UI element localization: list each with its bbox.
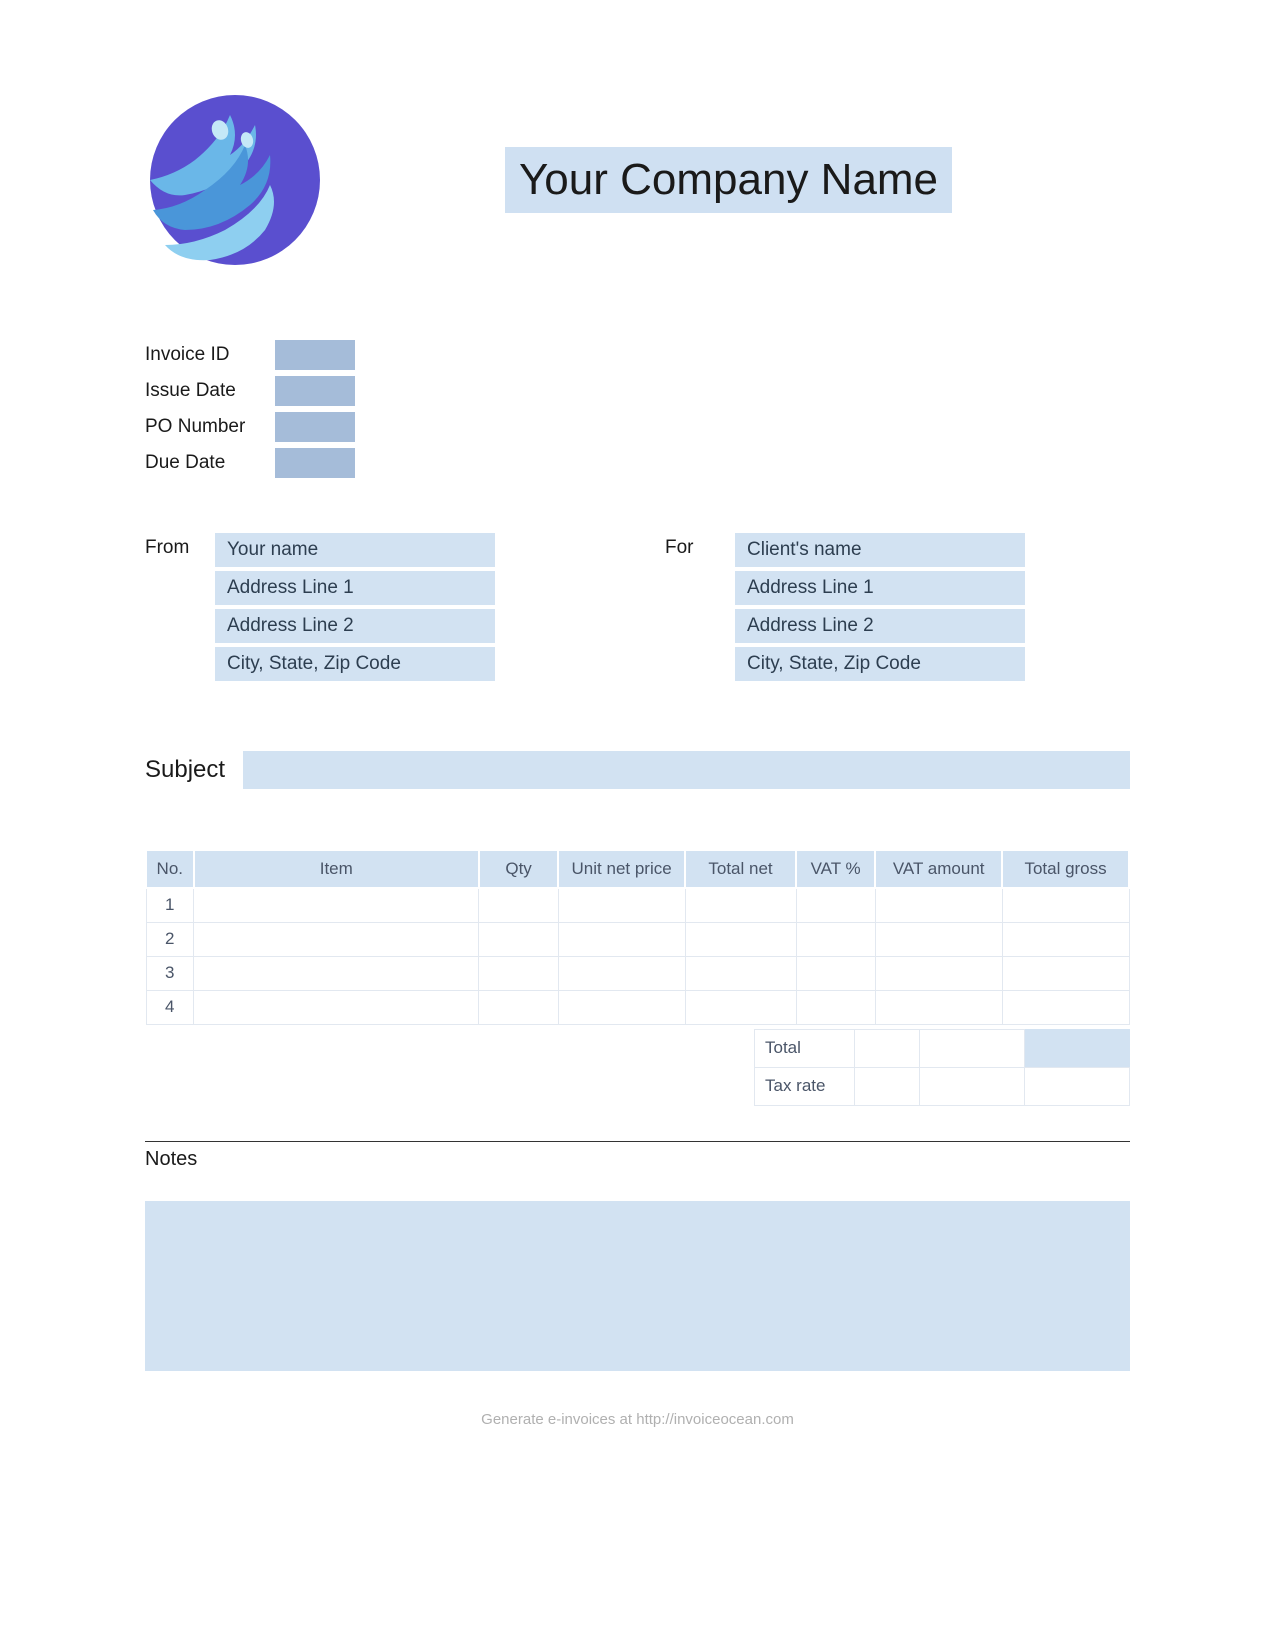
for-label: For [665,533,721,681]
from-city[interactable]: City, State, Zip Code [215,647,495,681]
divider [145,1141,1130,1142]
th-total-gross: Total gross [1002,850,1129,888]
th-qty: Qty [479,850,558,888]
th-no: No. [146,850,194,888]
cell-item[interactable] [194,990,479,1024]
cell-total-gross[interactable] [1002,990,1129,1024]
cell-no: 3 [146,956,194,990]
th-vat-pct: VAT % [796,850,875,888]
cell-total-net[interactable] [685,990,796,1024]
for-party: For Client's name Address Line 1 Address… [665,533,1025,681]
total-vat-amount[interactable] [920,1029,1025,1067]
cell-unit-net-price[interactable] [558,956,685,990]
po-number-label: PO Number [145,412,275,442]
cell-vat-pct[interactable] [796,888,875,922]
tax-rate-gross[interactable] [1025,1067,1130,1105]
po-number-value[interactable] [275,412,355,442]
cell-qty[interactable] [479,922,558,956]
notes-label: Notes [145,1148,1130,1171]
cell-vat-amount[interactable] [875,888,1002,922]
cell-unit-net-price[interactable] [558,922,685,956]
cell-total-gross[interactable] [1002,888,1129,922]
cell-total-gross[interactable] [1002,922,1129,956]
wave-logo-icon [145,90,325,270]
due-date-value[interactable] [275,448,355,478]
for-address1[interactable]: Address Line 1 [735,571,1025,605]
th-vat-amount: VAT amount [875,850,1002,888]
cell-qty[interactable] [479,888,558,922]
th-item: Item [194,850,479,888]
notes-field[interactable] [145,1201,1130,1371]
due-date-label: Due Date [145,448,275,478]
total-gross[interactable] [1025,1029,1130,1067]
table-row: 2 [146,922,1129,956]
table-row: 4 [146,990,1129,1024]
cell-vat-amount[interactable] [875,956,1002,990]
cell-total-net[interactable] [685,922,796,956]
cell-total-net[interactable] [685,888,796,922]
subject-field[interactable] [243,751,1130,789]
cell-item[interactable] [194,888,479,922]
total-label: Total [755,1029,855,1067]
cell-item[interactable] [194,956,479,990]
th-total-net: Total net [685,850,796,888]
cell-total-gross[interactable] [1002,956,1129,990]
issue-date-value[interactable] [275,376,355,406]
cell-no: 4 [146,990,194,1024]
cell-no: 1 [146,888,194,922]
line-items-table: No. Item Qty Unit net price Total net VA… [145,849,1130,1025]
total-vat-pct[interactable] [855,1029,920,1067]
from-address1[interactable]: Address Line 1 [215,571,495,605]
invoice-id-label: Invoice ID [145,340,275,370]
th-unit-net-price: Unit net price [558,850,685,888]
tax-rate-vat-pct[interactable] [855,1067,920,1105]
from-address2[interactable]: Address Line 2 [215,609,495,643]
from-name[interactable]: Your name [215,533,495,567]
footer-text: Generate e-invoices at http://invoiceoce… [145,1411,1130,1428]
cell-qty[interactable] [479,956,558,990]
company-name[interactable]: Your Company Name [505,147,952,213]
cell-qty[interactable] [479,990,558,1024]
invoice-id-value[interactable] [275,340,355,370]
cell-vat-amount[interactable] [875,922,1002,956]
cell-total-net[interactable] [685,956,796,990]
for-city[interactable]: City, State, Zip Code [735,647,1025,681]
invoice-meta: Invoice ID Issue Date PO Number Due Date [145,340,1130,478]
tax-rate-label: Tax rate [755,1067,855,1105]
from-label: From [145,533,201,681]
table-row: 1 [146,888,1129,922]
for-name[interactable]: Client's name [735,533,1025,567]
cell-item[interactable] [194,922,479,956]
cell-vat-pct[interactable] [796,922,875,956]
cell-vat-pct[interactable] [796,990,875,1024]
subject-label: Subject [145,756,225,784]
issue-date-label: Issue Date [145,376,275,406]
for-address2[interactable]: Address Line 2 [735,609,1025,643]
tax-rate-vat-amount[interactable] [920,1067,1025,1105]
from-party: From Your name Address Line 1 Address Li… [145,533,495,681]
cell-unit-net-price[interactable] [558,888,685,922]
cell-vat-pct[interactable] [796,956,875,990]
cell-vat-amount[interactable] [875,990,1002,1024]
cell-unit-net-price[interactable] [558,990,685,1024]
totals-table: Total Tax rate [754,1029,1130,1106]
table-row: 3 [146,956,1129,990]
cell-no: 2 [146,922,194,956]
